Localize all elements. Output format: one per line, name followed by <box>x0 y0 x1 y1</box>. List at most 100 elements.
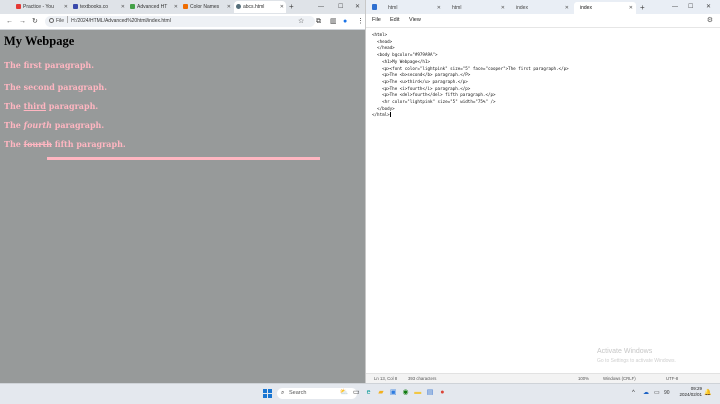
task-view-icon[interactable]: ▭ <box>351 388 361 398</box>
close-icon[interactable]: ✕ <box>437 2 441 14</box>
notepad-new-tab-button[interactable]: + <box>640 2 645 14</box>
code-line: </body> <box>372 105 395 111</box>
character-count: 393 characters <box>408 376 437 381</box>
sidebar-icon[interactable]: ▥ <box>330 17 337 26</box>
close-icon[interactable]: ✕ <box>565 2 569 14</box>
menu-kebab-icon[interactable]: ⋮ <box>357 17 364 26</box>
display-icon[interactable]: ▭ <box>654 389 660 398</box>
close-icon[interactable]: ✕ <box>121 1 125 13</box>
paragraph-5: The fourth fifth paragraph. <box>4 139 126 149</box>
close-icon[interactable]: ✕ <box>280 1 284 13</box>
notepad-minimize-button[interactable]: — <box>672 1 678 13</box>
paragraph-text: The <box>4 139 24 149</box>
browser-tab-youtube[interactable]: Practice - You ✕ <box>14 1 70 13</box>
search-icon: ⌕ <box>281 390 285 396</box>
menu-view[interactable]: View <box>409 15 421 26</box>
files-icon[interactable]: ▬ <box>413 388 423 398</box>
browser-tab-advanced-html[interactable]: Advanced HT ✕ <box>128 1 180 13</box>
edge-icon[interactable]: e <box>364 388 374 398</box>
textbooks-icon <box>73 4 78 9</box>
clock-date: 2024/02/01 <box>679 392 702 397</box>
line-ending: Windows (CRLF) <box>603 376 636 381</box>
close-icon[interactable]: ✕ <box>629 2 633 14</box>
menu-edit[interactable]: Edit <box>390 15 399 26</box>
code-line: <p>The <u>third</u> paragraph.</p> <box>372 78 468 84</box>
browser-tab-active[interactable]: abcs.html ✕ <box>234 1 286 13</box>
code-line: <html> <box>372 32 388 37</box>
settings-gear-icon[interactable]: ⚙ <box>707 15 713 26</box>
browser-tab-color-names[interactable]: Color Names ✕ <box>181 1 233 13</box>
address-bar[interactable]: File H:/2024/HTML/Advanced%20html/index.h… <box>45 16 315 27</box>
encoding: UTF-8 <box>666 376 679 381</box>
explorer-icon[interactable]: ▰ <box>376 388 386 398</box>
new-tab-button[interactable]: + <box>289 1 294 13</box>
paragraph-text: fifth paragraph. <box>51 139 126 149</box>
notepad-close-button[interactable]: ✕ <box>706 1 711 13</box>
browser-tab-bar: Practice - You ✕ textbooks.co ✕ Advanced H… <box>0 0 365 14</box>
paragraph-4: The fourth paragraph. <box>4 120 104 130</box>
widgets-icon[interactable]: ⛅ <box>339 388 349 398</box>
taskbar: ⌕ Search ⛅ ▭ e ▰ ▣ ◉ ▬ ▤ ● ^ ☁ ▭ 90 09:29 2024/02… <box>0 383 720 404</box>
paragraph-text: paragraph. <box>51 120 105 130</box>
code-line: <hr color="lightpink" size="5" width="75… <box>372 99 496 105</box>
browser-window: Practice - You ✕ textbooks.co ✕ Advanced H… <box>0 0 365 383</box>
back-button[interactable]: ← <box>6 16 13 27</box>
notepad-window: html ✕ html ✕ index ✕ index ✕ + — ☐ ✕ File E… <box>365 0 720 384</box>
paragraph-1: The first paragraph. <box>4 60 94 70</box>
cursor-position: Ln 13, Col 8 <box>374 376 398 381</box>
browser-tab-textbooks[interactable]: textbooks.co ✕ <box>71 1 127 13</box>
info-icon[interactable] <box>49 18 54 23</box>
paragraph-i-text: fourth <box>23 120 52 130</box>
notepad-menu-bar: File Edit View ⚙ <box>366 14 720 28</box>
notepad-tab-index-1[interactable]: index ✕ <box>510 2 572 14</box>
close-icon[interactable]: ✕ <box>227 1 231 13</box>
extensions-icon[interactable]: ⧉ <box>316 17 321 26</box>
webpage-content: My Webpage The first paragraph. The seco… <box>0 30 365 383</box>
code-editor[interactable]: <html> <head> </head> <body bgcolor="#97… <box>372 32 569 119</box>
close-icon[interactable]: ✕ <box>64 1 68 13</box>
address-bar-row: ← → ↻ File H:/2024/HTML/Advanced%20html/i… <box>0 14 365 30</box>
xbox-icon[interactable]: ◉ <box>401 388 411 398</box>
paragraph-u-text: third <box>23 101 47 111</box>
maximize-button[interactable]: ☐ <box>338 1 343 13</box>
notepad-tab-html-2[interactable]: html ✕ <box>446 2 508 14</box>
notification-bell-icon[interactable]: 🔔 <box>704 389 711 398</box>
chrome-icon[interactable]: ● <box>437 388 447 398</box>
code-line: <p>The <i>fourth</i> paragraph.</p> <box>372 85 471 91</box>
profile-icon[interactable]: ● <box>343 17 347 26</box>
bookmark-star-icon[interactable]: ☆ <box>298 17 304 26</box>
close-icon[interactable]: ✕ <box>501 2 505 14</box>
paragraph-3: The third paragraph. <box>4 101 98 111</box>
url-text[interactable]: H:/2024/HTML/Advanced%20html/index.html <box>71 18 171 24</box>
reload-button[interactable]: ↻ <box>32 16 38 27</box>
paragraph-2: The second paragraph. <box>4 82 107 92</box>
paragraph-text: The <box>4 82 24 92</box>
notepad-tab-html-1[interactable]: html ✕ <box>382 2 444 14</box>
notepad-icon[interactable]: ▤ <box>425 388 435 398</box>
notepad-app-icon <box>372 4 377 10</box>
code-line: <h1>My Webpage</h1> <box>372 58 430 64</box>
code-line: <p>The <del>fourth</del> fifth paragraph… <box>372 92 496 98</box>
paragraph-text: The first paragraph. <box>4 60 95 70</box>
notepad-maximize-button[interactable]: ☐ <box>688 1 693 13</box>
store-icon[interactable]: ▣ <box>388 388 398 398</box>
globe-icon <box>236 4 241 9</box>
battery-level[interactable]: 90 <box>664 389 670 398</box>
notepad-tab-index-active[interactable]: index ✕ <box>574 2 636 14</box>
paragraph-b-text: second <box>23 82 55 92</box>
menu-file[interactable]: File <box>372 15 381 26</box>
code-line: <head> <box>372 38 393 44</box>
clock[interactable]: 09:29 2024/02/01 <box>675 386 702 398</box>
activate-windows-title: Activate Windows <box>597 348 653 355</box>
tray-chevron-icon[interactable]: ^ <box>632 389 635 398</box>
paragraph-del-text: fourth <box>23 139 52 149</box>
start-button[interactable] <box>263 389 272 398</box>
divider <box>67 16 69 23</box>
code-line: <body bgcolor="#979A9A"> <box>372 52 438 58</box>
minimize-button[interactable]: — <box>318 1 324 13</box>
close-icon[interactable]: ✕ <box>174 1 178 13</box>
close-window-button[interactable]: ✕ <box>355 1 360 13</box>
onedrive-cloud-icon[interactable]: ☁ <box>643 389 649 398</box>
forward-button[interactable]: → <box>19 16 26 27</box>
activate-windows-subtitle: Go to Settings to activate Windows. <box>597 358 676 364</box>
